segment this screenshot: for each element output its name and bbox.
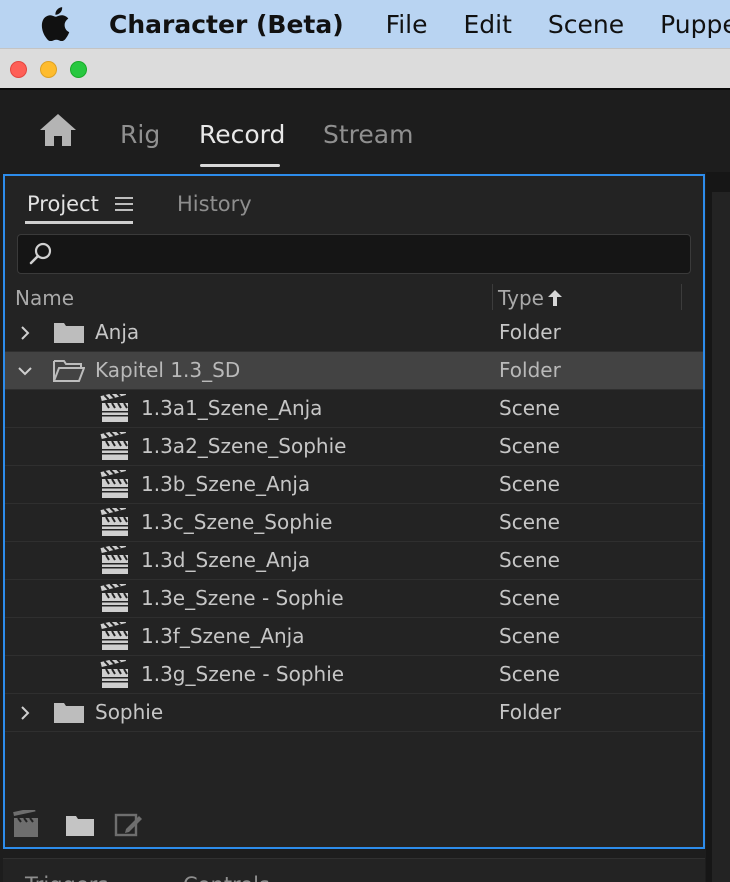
- project-tab-indicator: [25, 221, 133, 224]
- tab-history[interactable]: History: [177, 192, 252, 216]
- item-name: Sophie: [95, 700, 164, 724]
- list-item[interactable]: 1.3d_Szene_Anja Scene: [5, 542, 703, 580]
- new-scene-icon[interactable]: [11, 807, 41, 840]
- item-name: Anja: [95, 320, 140, 344]
- list-item[interactable]: 1.3f_Szene_Anja Scene: [5, 618, 703, 656]
- item-type: Scene: [499, 662, 560, 686]
- workspace-nav: Rig Record Stream: [0, 90, 730, 170]
- column-divider[interactable]: [492, 284, 493, 310]
- scene-clapperboard-icon: [100, 656, 130, 690]
- list-item[interactable]: 1.3c_Szene_Sophie Scene: [5, 504, 703, 542]
- item-name: 1.3a1_Szene_Anja: [141, 396, 323, 420]
- item-name: 1.3f_Szene_Anja: [141, 624, 305, 648]
- menu-puppet[interactable]: Puppet: [660, 10, 730, 39]
- menu-file[interactable]: File: [386, 10, 428, 39]
- item-name: 1.3b_Szene_Anja: [141, 472, 311, 496]
- folder-icon: [53, 321, 85, 345]
- scene-clapperboard-icon: [100, 428, 130, 462]
- item-type: Folder: [499, 700, 561, 724]
- item-name: 1.3d_Szene_Anja: [141, 548, 311, 572]
- lower-panel: Triggers Controls: [3, 858, 705, 882]
- menu-bar: Character (Beta) File Edit Scene Puppet: [0, 0, 730, 48]
- apple-logo-icon[interactable]: [40, 0, 70, 48]
- item-type: Scene: [499, 396, 560, 420]
- edit-icon[interactable]: [113, 810, 143, 840]
- list-item[interactable]: 1.3g_Szene - Sophie Scene: [5, 656, 703, 694]
- search-input[interactable]: [58, 239, 678, 269]
- project-panel: Project History Name Type Anja Folder Ka…: [3, 174, 705, 849]
- tab-project[interactable]: Project: [27, 192, 99, 216]
- scene-clapperboard-icon: [100, 504, 130, 538]
- list-item[interactable]: Kapitel 1.3_SD Folder: [5, 352, 703, 390]
- tab-stream[interactable]: Stream: [323, 120, 413, 149]
- minimize-window-button[interactable]: [40, 61, 57, 78]
- item-name: Kapitel 1.3_SD: [95, 358, 241, 382]
- column-type-label: Type: [498, 286, 544, 310]
- item-name: 1.3c_Szene_Sophie: [141, 510, 333, 534]
- sort-ascending-icon: [547, 290, 562, 306]
- tab-rig[interactable]: Rig: [120, 120, 160, 149]
- item-name: 1.3e_Szene - Sophie: [141, 586, 344, 610]
- tab-record[interactable]: Record: [199, 120, 285, 149]
- item-type: Scene: [499, 434, 560, 458]
- window-titlebar: [0, 48, 730, 88]
- app-body: Rig Record Stream Project History Name T…: [0, 88, 730, 882]
- item-type: Scene: [499, 472, 560, 496]
- menu-scene[interactable]: Scene: [548, 10, 624, 39]
- folder-icon: [53, 701, 85, 725]
- scene-clapperboard-icon: [100, 542, 130, 576]
- item-type: Folder: [499, 320, 561, 344]
- column-divider[interactable]: [681, 284, 682, 310]
- project-list: Anja Folder Kapitel 1.3_SD Folder 1.3a1_Szen…: [5, 314, 703, 732]
- item-type: Folder: [499, 358, 561, 382]
- column-type-header[interactable]: Type: [498, 286, 562, 310]
- tab-controls[interactable]: Controls: [183, 873, 270, 882]
- list-item[interactable]: 1.3e_Szene - Sophie Scene: [5, 580, 703, 618]
- home-icon[interactable]: [38, 112, 78, 148]
- chevron-right-icon[interactable]: [17, 705, 33, 721]
- column-name-header[interactable]: Name: [15, 286, 74, 310]
- active-tab-indicator: [200, 164, 280, 167]
- item-type: Scene: [499, 624, 560, 648]
- app-name-menu[interactable]: Character (Beta): [109, 10, 344, 39]
- menu-edit[interactable]: Edit: [464, 10, 512, 39]
- list-item[interactable]: 1.3b_Szene_Anja Scene: [5, 466, 703, 504]
- item-name: 1.3g_Szene - Sophie: [141, 662, 345, 686]
- tab-triggers[interactable]: Triggers: [25, 873, 108, 882]
- list-item[interactable]: 1.3a2_Szene_Sophie Scene: [5, 428, 703, 466]
- item-type: Scene: [499, 586, 560, 610]
- item-name: 1.3a2_Szene_Sophie: [141, 434, 347, 458]
- search-box: [17, 234, 691, 274]
- scene-clapperboard-icon: [100, 466, 130, 500]
- close-window-button[interactable]: [10, 61, 27, 78]
- list-item[interactable]: Anja Folder: [5, 314, 703, 352]
- chevron-right-icon[interactable]: [17, 325, 33, 341]
- zoom-window-button[interactable]: [70, 61, 87, 78]
- list-item[interactable]: 1.3a1_Szene_Anja Scene: [5, 390, 703, 428]
- item-type: Scene: [499, 548, 560, 572]
- scene-clapperboard-icon: [100, 580, 130, 614]
- open-folder-icon: [53, 359, 86, 383]
- new-folder-icon[interactable]: [65, 810, 95, 840]
- list-item[interactable]: Sophie Folder: [5, 694, 703, 732]
- panel-menu-icon[interactable]: [115, 196, 133, 212]
- scene-clapperboard-icon: [100, 618, 130, 652]
- search-icon: [28, 241, 54, 267]
- chevron-down-icon[interactable]: [17, 363, 33, 379]
- right-panel-edge: [706, 172, 730, 882]
- scene-clapperboard-icon: [100, 390, 130, 424]
- item-type: Scene: [499, 510, 560, 534]
- column-header: Name Type: [5, 280, 703, 314]
